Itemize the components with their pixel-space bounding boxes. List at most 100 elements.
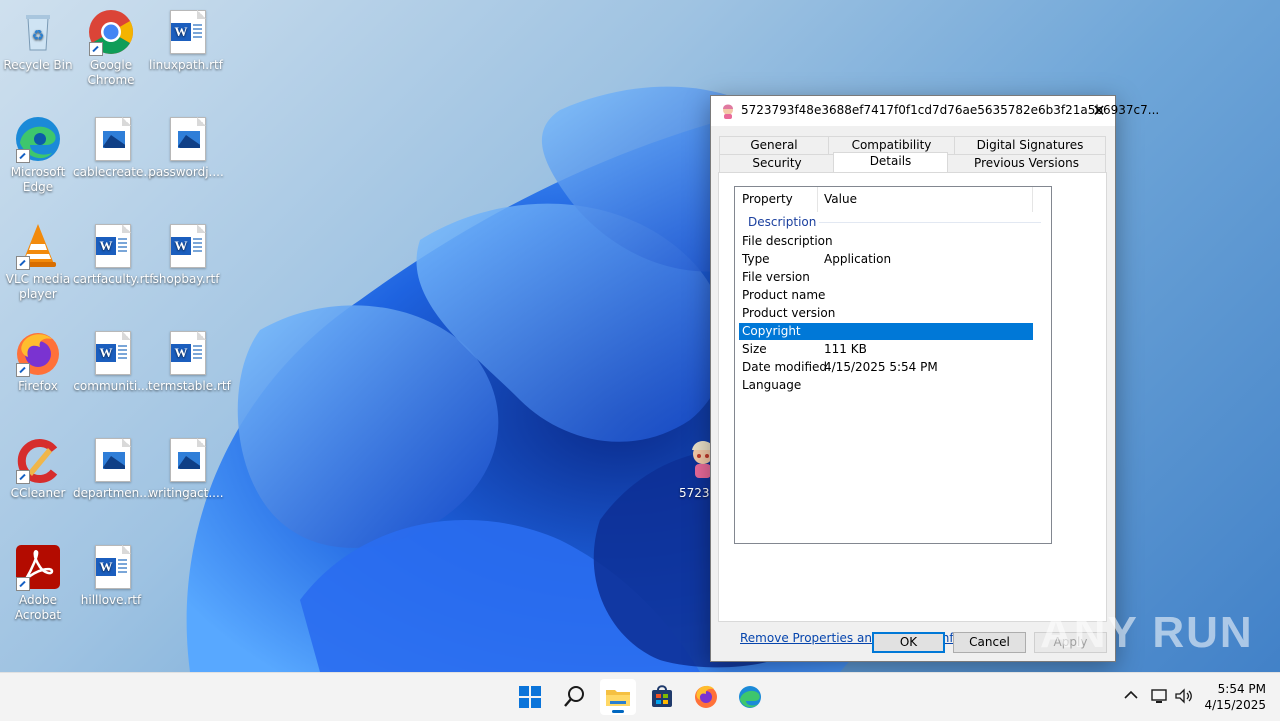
desktop-icon-label: communiti...: [73, 379, 149, 393]
list-row[interactable]: Date modified 4/15/2025 5:54 PM: [739, 359, 1033, 376]
desktop-icon-writingact[interactable]: writingact....: [148, 436, 224, 501]
desktop-icon-label: hilllove.rtf: [80, 593, 142, 607]
list-row[interactable]: Product version: [739, 305, 1033, 322]
column-divider[interactable]: [1032, 187, 1033, 212]
desktop-icon-cablecreate[interactable]: cablecreate...: [73, 115, 155, 180]
desktop-icon-label: shopbay.rtf: [152, 272, 220, 286]
desktop-icon-label: termstable.rtf: [148, 379, 231, 393]
chevron-up-icon[interactable]: [1124, 688, 1138, 704]
tab-details[interactable]: Details: [833, 152, 948, 172]
list-row[interactable]: Size 111 KB: [739, 341, 1033, 358]
details-panel: Property Value Description File descript…: [718, 172, 1107, 645]
shortcut-arrow-icon: [16, 149, 30, 163]
close-button[interactable]: ✕: [1083, 96, 1115, 126]
image-file-icon: [87, 436, 135, 484]
desktop-icon-termstable[interactable]: W termstable.rtf: [148, 329, 231, 394]
image-file-icon: [162, 115, 210, 163]
group-divider: [819, 222, 1041, 223]
ok-button[interactable]: OK: [872, 632, 945, 653]
firefox-taskbar-button[interactable]: [688, 679, 724, 715]
desktop-icon-label: cartfaculty.rtf: [73, 272, 154, 286]
property-name: Copyright: [742, 324, 801, 338]
word-document-icon: W: [162, 329, 210, 377]
desktop-icon-firefox[interactable]: Firefox: [0, 329, 76, 394]
tab-security[interactable]: Security: [719, 154, 835, 172]
desktop-icon-cartfaculty[interactable]: W cartfaculty.rtf: [73, 222, 154, 287]
cancel-button[interactable]: Cancel: [953, 632, 1026, 653]
start-button[interactable]: [512, 679, 548, 715]
word-document-icon: W: [87, 222, 135, 270]
file-explorer-button[interactable]: [600, 679, 636, 715]
desktop-icon-label: linuxpath.rtf: [149, 58, 223, 72]
recycle-bin-icon: ♻: [14, 8, 62, 56]
desktop-icon-label: CCleaner: [10, 486, 66, 500]
list-row[interactable]: File description: [739, 233, 1033, 250]
clock-date: 4/15/2025: [1204, 698, 1266, 712]
desktop-icon-google-chrome[interactable]: Google Chrome: [73, 8, 149, 88]
image-file-icon: [162, 436, 210, 484]
desktop-icon-label: Recycle Bin: [3, 58, 73, 72]
list-row-selected[interactable]: Copyright: [739, 323, 1033, 340]
property-name: File description: [742, 234, 833, 248]
clock[interactable]: 5:54 PM 4/15/2025: [1198, 681, 1266, 713]
desktop-icon-adobe-acrobat[interactable]: Adobe Acrobat: [0, 543, 76, 623]
list-row[interactable]: Type Application: [739, 251, 1033, 268]
active-indicator: [612, 710, 624, 713]
search-button[interactable]: [556, 679, 592, 715]
dialog-titlebar[interactable]: 5723793f48e3688ef7417f0f1cd7d76ae5635782…: [711, 96, 1159, 126]
word-document-icon: W: [87, 543, 135, 591]
edge-taskbar-button[interactable]: [732, 679, 768, 715]
svg-text:♻: ♻: [32, 28, 45, 44]
edge-icon: [739, 686, 761, 708]
desktop-icon-label: VLC media player: [5, 272, 71, 301]
shortcut-arrow-icon: [16, 363, 30, 377]
taskbar: 5:54 PM 4/15/2025: [0, 672, 1280, 721]
list-header: Property Value: [735, 187, 1051, 212]
tab-previous-versions[interactable]: Previous Versions: [947, 154, 1106, 172]
desktop-icon-communiti[interactable]: W communiti...: [73, 329, 149, 394]
column-header-value[interactable]: Value: [817, 187, 857, 212]
store-button[interactable]: [644, 679, 680, 715]
shortcut-arrow-icon: [16, 470, 30, 484]
start-icon: [519, 686, 541, 708]
list-row[interactable]: Product name: [739, 287, 1033, 304]
store-icon: [652, 685, 672, 707]
desktop-icon-microsoft-edge[interactable]: Microsoft Edge: [0, 115, 76, 195]
chrome-icon: [87, 8, 135, 56]
property-name: Size: [742, 342, 767, 356]
desktop-icon-shopbay[interactable]: W shopbay.rtf: [148, 222, 224, 287]
firefox-icon: [695, 685, 717, 708]
desktop-icon-label: departmen...: [73, 486, 151, 500]
network-icon[interactable]: [1151, 688, 1169, 707]
firefox-icon: [14, 329, 62, 377]
desktop-icon-departmen[interactable]: departmen...: [73, 436, 151, 501]
desktop-icon-label: Adobe Acrobat: [14, 593, 62, 622]
edge-icon: [14, 115, 62, 163]
properties-dialog: 5723793f48e3688ef7417f0f1cd7d76ae5635782…: [710, 95, 1159, 662]
desktop-icon-label: Microsoft Edge: [10, 165, 66, 194]
desktop-icon-label: writingact....: [148, 486, 224, 500]
desktop-icon-linuxpath[interactable]: W linuxpath.rtf: [148, 8, 224, 73]
search-icon: [564, 686, 584, 707]
desktop-icon-label: cablecreate...: [73, 165, 155, 179]
tab-digital-signatures[interactable]: Digital Signatures: [954, 136, 1106, 154]
desktop-icon-ccleaner[interactable]: CCleaner: [0, 436, 76, 501]
desktop-icon-passwordj[interactable]: passwordj....: [148, 115, 224, 180]
property-name: File version: [742, 270, 810, 284]
property-name: Product version: [742, 306, 836, 320]
column-header-property[interactable]: Property: [735, 187, 793, 212]
desktop-icon-vlc[interactable]: VLC media player: [0, 222, 76, 302]
volume-icon[interactable]: [1175, 688, 1193, 707]
desktop-icon-label: Google Chrome: [87, 58, 135, 87]
tab-general[interactable]: General: [719, 136, 829, 154]
list-row[interactable]: File version: [739, 269, 1033, 286]
details-list[interactable]: Property Value Description File descript…: [734, 186, 1052, 544]
list-row[interactable]: Language: [739, 377, 1033, 394]
desktop-icon-label: Firefox: [18, 379, 58, 393]
image-file-icon: [87, 115, 135, 163]
desktop-icon-recycle-bin[interactable]: ♻ Recycle Bin: [0, 8, 76, 73]
property-value: 111 KB: [824, 342, 867, 356]
group-header-description: Description: [748, 215, 817, 229]
desktop-icon-hilllove[interactable]: W hilllove.rtf: [73, 543, 149, 608]
property-name: Language: [742, 378, 802, 392]
